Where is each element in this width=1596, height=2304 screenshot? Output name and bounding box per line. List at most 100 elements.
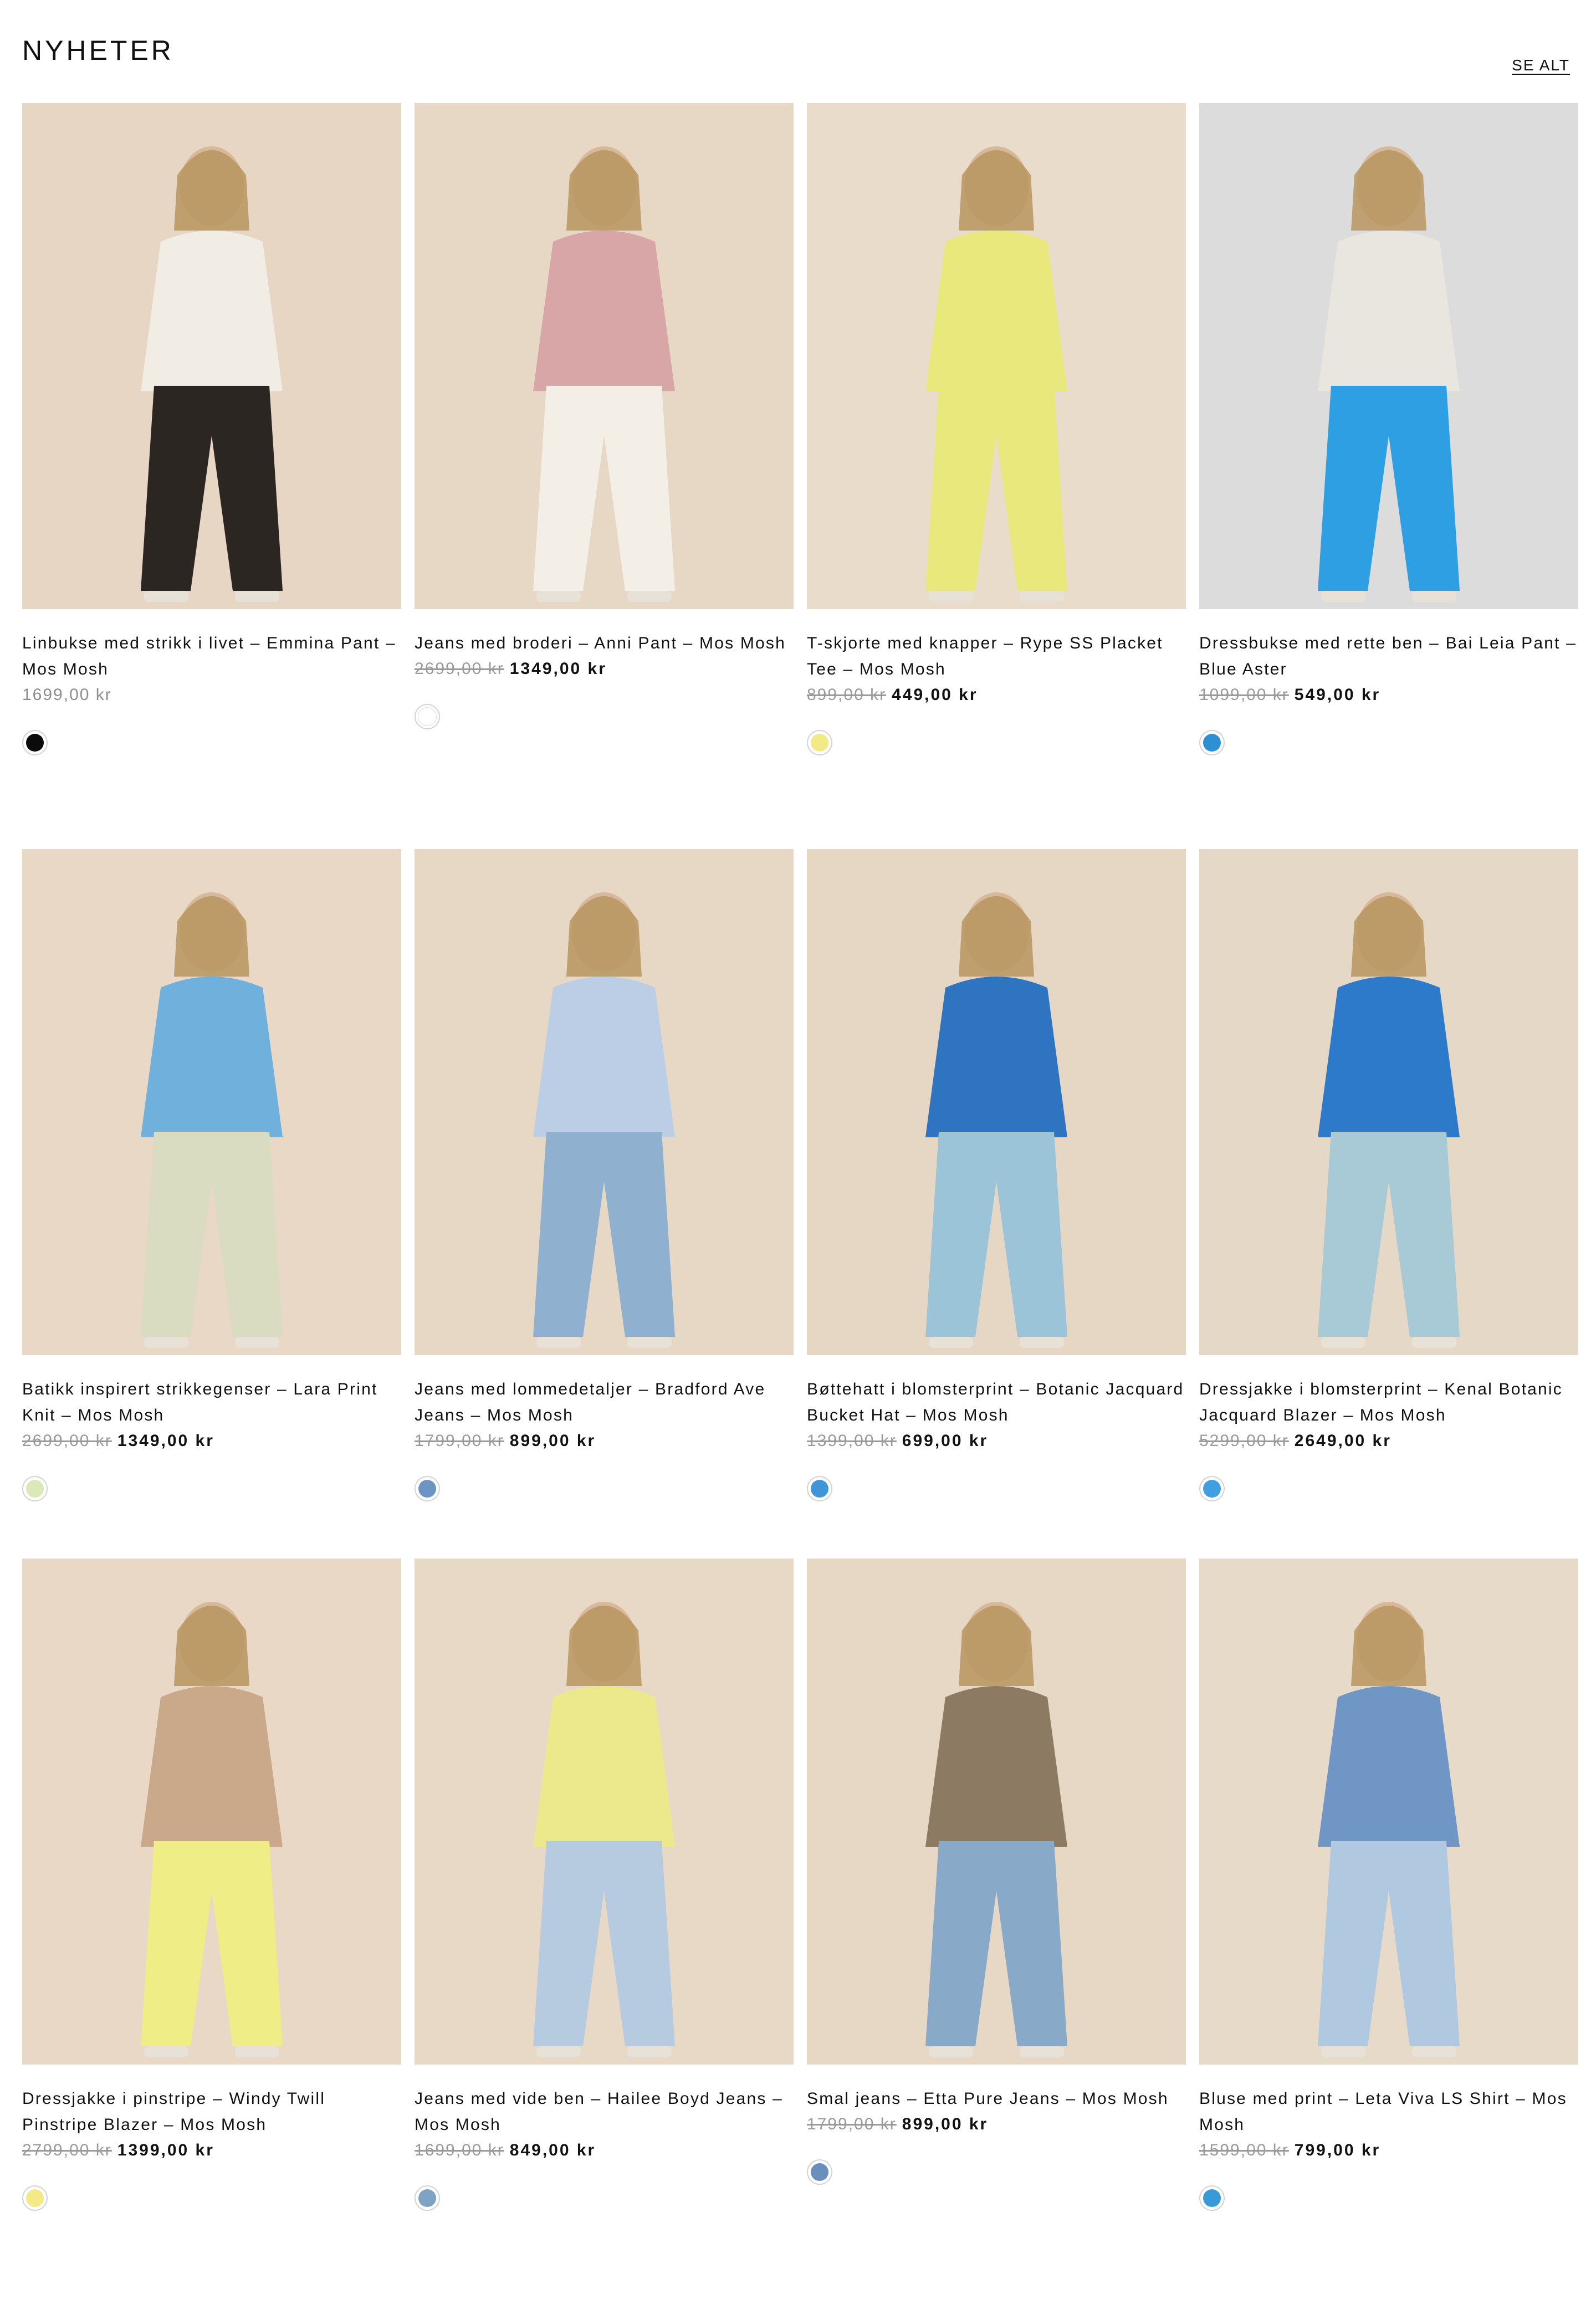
sale-price: 799,00 kr xyxy=(1294,2141,1381,2159)
product-price: 2699,00 kr 1349,00 kr xyxy=(22,1432,401,1457)
original-price: 2699,00 kr xyxy=(415,660,504,678)
original-price: 1099,00 kr xyxy=(1199,686,1289,704)
product-name[interactable]: Batikk inspirert strikkegenser – Lara Pr… xyxy=(22,1376,401,1428)
color-swatch[interactable] xyxy=(1199,730,1225,755)
product-card[interactable]: Dressjakke i pinstripe – Windy Twill Pin… xyxy=(22,1559,401,2304)
original-price: 2799,00 kr xyxy=(22,2141,112,2159)
color-swatch[interactable] xyxy=(807,1476,832,1501)
sale-price: 899,00 kr xyxy=(509,1432,596,1450)
original-price: 2699,00 kr xyxy=(22,1432,112,1450)
sale-price: 899,00 kr xyxy=(902,2115,989,2133)
product-price: 2699,00 kr 1349,00 kr xyxy=(415,660,794,685)
product-card[interactable]: Bøttehatt i blomsterprint – Botanic Jacq… xyxy=(807,849,1186,1595)
product-name[interactable]: T-skjorte med knapper – Rype SS Placket … xyxy=(807,630,1186,682)
product-card[interactable]: Dressjakke i blomsterprint – Kenal Botan… xyxy=(1199,849,1578,1595)
color-swatch-dot xyxy=(1203,2189,1221,2207)
color-swatch[interactable] xyxy=(22,730,48,755)
product-image[interactable] xyxy=(22,849,401,1355)
product-row-1: Linbukse med strikk i livet – Emmina Pan… xyxy=(22,103,1578,849)
color-swatch[interactable] xyxy=(22,1476,48,1501)
sale-price: 699,00 kr xyxy=(902,1432,989,1450)
color-swatch-dot xyxy=(1203,1480,1221,1498)
color-swatch[interactable] xyxy=(807,2159,832,2185)
color-swatch[interactable] xyxy=(807,730,832,755)
product-image[interactable] xyxy=(415,849,794,1355)
product-price: 1099,00 kr 549,00 kr xyxy=(1199,686,1578,711)
product-image[interactable] xyxy=(807,849,1186,1355)
product-card[interactable]: Bluse med print – Leta Viva LS Shirt – M… xyxy=(1199,1559,1578,2304)
product-price: 1799,00 kr 899,00 kr xyxy=(415,1432,794,1457)
product-image[interactable] xyxy=(415,103,794,609)
original-price: 5299,00 kr xyxy=(1199,1432,1289,1450)
product-image[interactable] xyxy=(1199,103,1578,609)
product-image[interactable] xyxy=(22,1559,401,2065)
product-price: 2799,00 kr 1399,00 kr xyxy=(22,2141,401,2167)
product-price: 1599,00 kr 799,00 kr xyxy=(1199,2141,1578,2167)
sale-price: 449,00 kr xyxy=(892,686,978,704)
product-image[interactable] xyxy=(807,1559,1186,2065)
sale-price: 1399,00 kr xyxy=(117,2141,214,2159)
original-price: 1399,00 kr xyxy=(807,1432,897,1450)
product-card[interactable]: Smal jeans – Etta Pure Jeans – Mos Mosh 1… xyxy=(807,1559,1186,2304)
sale-price: 849,00 kr xyxy=(509,2141,596,2159)
product-name[interactable]: Bøttehatt i blomsterprint – Botanic Jacq… xyxy=(807,1376,1186,1428)
product-name[interactable]: Jeans med vide ben – Hailee Boyd Jeans –… xyxy=(415,2086,794,2138)
sale-price: 1349,00 kr xyxy=(509,660,607,678)
color-swatch-dot xyxy=(1203,734,1221,752)
product-row-2: Batikk inspirert strikkegenser – Lara Pr… xyxy=(22,849,1578,1595)
original-price: 1799,00 kr xyxy=(807,2115,897,2133)
product-card[interactable]: Batikk inspirert strikkegenser – Lara Pr… xyxy=(22,849,401,1595)
color-swatch[interactable] xyxy=(22,2185,48,2211)
product-image[interactable] xyxy=(1199,1559,1578,2065)
color-swatch-dot xyxy=(26,2189,44,2207)
color-swatch[interactable] xyxy=(415,2185,440,2211)
color-swatch-dot xyxy=(811,734,828,752)
color-swatch-dot xyxy=(811,1480,828,1498)
product-name[interactable]: Dressbukse med rette ben – Bai Leia Pant… xyxy=(1199,630,1578,682)
product-card[interactable]: Jeans med lommedetaljer – Bradford Ave J… xyxy=(415,849,794,1595)
section-title: NYHETER xyxy=(22,35,174,66)
original-price: 899,00 kr xyxy=(807,686,887,704)
color-swatch[interactable] xyxy=(415,704,440,729)
product-price: 5299,00 kr 2649,00 kr xyxy=(1199,1432,1578,1457)
color-swatch-dot xyxy=(26,1480,44,1498)
product-price: 1699,00 kr 849,00 kr xyxy=(415,2141,794,2167)
product-name[interactable]: Bluse med print – Leta Viva LS Shirt – M… xyxy=(1199,2086,1578,2138)
color-swatch[interactable] xyxy=(415,1476,440,1501)
product-price: 899,00 kr 449,00 kr xyxy=(807,686,1186,711)
regular-price: 1699,00 kr xyxy=(22,686,112,704)
product-card[interactable]: Linbukse med strikk i livet – Emmina Pan… xyxy=(22,103,401,849)
original-price: 1799,00 kr xyxy=(415,1432,504,1450)
original-price: 1699,00 kr xyxy=(415,2141,504,2159)
product-name[interactable]: Linbukse med strikk i livet – Emmina Pan… xyxy=(22,630,401,682)
product-card[interactable]: T-skjorte med knapper – Rype SS Placket … xyxy=(807,103,1186,849)
product-name[interactable]: Smal jeans – Etta Pure Jeans – Mos Mosh xyxy=(807,2086,1186,2112)
product-image[interactable] xyxy=(1199,849,1578,1355)
color-swatch[interactable] xyxy=(1199,2185,1225,2211)
product-name[interactable]: Jeans med broderi – Anni Pant – Mos Mosh xyxy=(415,630,794,656)
product-card[interactable]: Jeans med broderi – Anni Pant – Mos Mosh… xyxy=(415,103,794,849)
original-price: 1599,00 kr xyxy=(1199,2141,1289,2159)
color-swatch-dot xyxy=(418,1480,436,1498)
product-row-3: Dressjakke i pinstripe – Windy Twill Pin… xyxy=(22,1559,1578,2304)
product-name[interactable]: Dressjakke i pinstripe – Windy Twill Pin… xyxy=(22,2086,401,2138)
product-price: 1799,00 kr 899,00 kr xyxy=(807,2115,1186,2140)
product-image[interactable] xyxy=(807,103,1186,609)
color-swatch-dot xyxy=(418,707,437,726)
sale-price: 549,00 kr xyxy=(1294,686,1381,704)
see-all-link[interactable]: SE ALT xyxy=(1512,57,1570,74)
color-swatch-dot xyxy=(418,2189,436,2207)
color-swatch[interactable] xyxy=(1199,1476,1225,1501)
product-name[interactable]: Dressjakke i blomsterprint – Kenal Botan… xyxy=(1199,1376,1578,1428)
product-card[interactable]: Dressbukse med rette ben – Bai Leia Pant… xyxy=(1199,103,1578,849)
sale-price: 2649,00 kr xyxy=(1294,1432,1392,1450)
sale-price: 1349,00 kr xyxy=(117,1432,214,1450)
product-price: 1699,00 kr xyxy=(22,686,401,711)
section-header: NYHETER SE ALT xyxy=(0,0,1596,100)
product-card[interactable]: Jeans med vide ben – Hailee Boyd Jeans –… xyxy=(415,1559,794,2304)
product-price: 1399,00 kr 699,00 kr xyxy=(807,1432,1186,1457)
product-image[interactable] xyxy=(415,1559,794,2065)
color-swatch-dot xyxy=(26,734,44,752)
product-image[interactable] xyxy=(22,103,401,609)
product-name[interactable]: Jeans med lommedetaljer – Bradford Ave J… xyxy=(415,1376,794,1428)
